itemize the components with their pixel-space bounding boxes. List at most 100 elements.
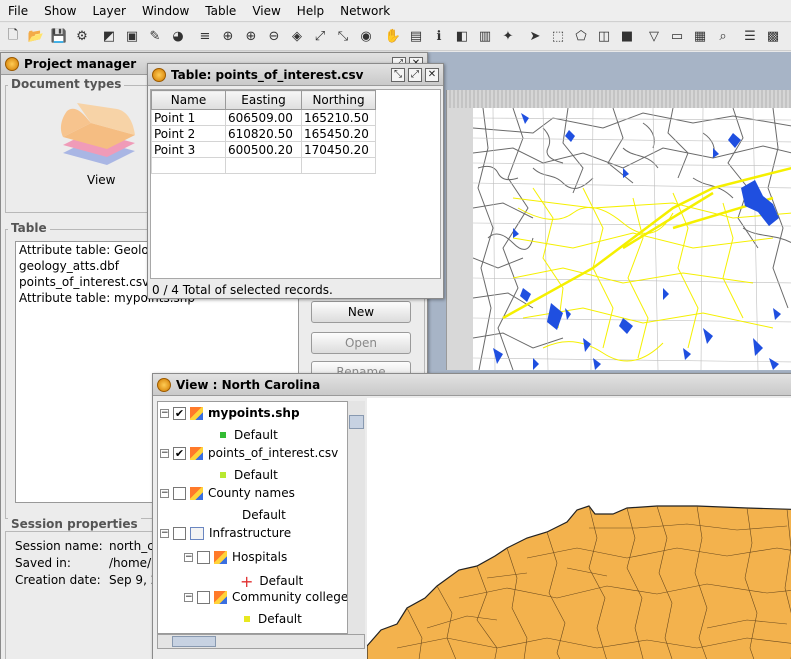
layer-name[interactable]: Infrastructure [209,526,291,540]
layer-visibility-checkbox[interactable]: ✔ [173,446,186,460]
menu-layer[interactable]: Layer [84,1,133,21]
zoom-out-icon[interactable]: ⊖ [263,26,285,48]
layer-name[interactable]: Community college [232,590,348,604]
collapse-icon[interactable]: − [160,408,169,418]
close-icon[interactable]: ✕ [425,67,439,82]
open-button[interactable]: Open [311,332,411,354]
collapse-icon[interactable]: − [184,552,193,562]
toc-vertical-scrollbar[interactable] [347,401,365,634]
view-window-titlebar[interactable]: View : North Carolina [153,374,791,396]
layer-row-community-colleges[interactable]: − Community college [184,588,348,606]
layer-row-hospitals[interactable]: − Hospitals [184,548,287,566]
layer-name[interactable]: Hospitals [232,550,287,564]
minimize-icon[interactable]: ⤡ [391,67,405,82]
layer-icon[interactable]: ◩ [98,26,120,48]
collapse-icon[interactable]: − [160,448,169,458]
info-icon[interactable]: ℹ [428,26,450,48]
new-button[interactable]: New [311,301,411,323]
table-cell[interactable]: 606509.00 [225,109,302,126]
table-row[interactable]: Point 3 600500.20 170450.20 [151,141,376,158]
column-header[interactable]: Easting [225,90,302,110]
eye-icon[interactable]: ◉ [355,26,377,48]
layer-visibility-checkbox[interactable] [173,486,186,500]
layer-name[interactable]: County names [208,486,295,500]
column-header[interactable]: Northing [301,90,376,110]
table-row[interactable]: Point 2 610820.50 165450.20 [151,125,376,142]
open-icon[interactable]: 📂 [25,26,47,48]
layer-row-infrastructure[interactable]: − Infrastructure [160,524,291,542]
maximize-icon[interactable]: ⤢ [408,67,422,82]
collapse-icon[interactable]: − [184,592,193,602]
layer-visibility-checkbox[interactable] [173,526,186,540]
save-icon[interactable]: 💾 [48,26,70,48]
properties-icon[interactable]: ☰ [739,26,761,48]
view-document-icon[interactable] [57,101,137,171]
filter-icon[interactable]: ▽ [643,26,665,48]
table-cell[interactable]: Point 2 [151,125,226,142]
table-cell[interactable] [225,157,302,174]
layer-visibility-checkbox[interactable]: ✔ [173,406,186,420]
select-rect-icon[interactable]: ⬚ [547,26,569,48]
color-icon[interactable]: ◕ [167,26,189,48]
lines-icon[interactable]: ≡ [194,26,216,48]
toc-horizontal-scrollbar[interactable] [157,634,365,649]
table-cell[interactable]: 165450.20 [301,125,376,142]
settings-icon[interactable]: ⚙ [71,26,93,48]
table-row[interactable]: Point 1 606509.00 165210.50 [151,109,376,126]
menu-show[interactable]: Show [36,1,84,21]
view-doc-label[interactable]: View [87,173,115,187]
star-icon[interactable]: ✦ [497,26,519,48]
layer-row-county-names[interactable]: − County names [160,484,295,502]
table-cell[interactable]: 600500.20 [225,141,302,158]
menu-view[interactable]: View [244,1,288,21]
map-canvas[interactable] [473,108,791,370]
select-icon[interactable]: ➤ [524,26,546,48]
column-header[interactable]: Name [151,90,226,110]
zoom-pan-icon[interactable]: ⤡ [332,26,354,48]
table-cell[interactable]: Point 3 [151,141,226,158]
layer-row-mypoints[interactable]: − ✔ mypoints.shp [160,404,300,422]
hand-icon[interactable]: ✋ [382,26,404,48]
view-map-canvas[interactable] [367,398,791,659]
layout-icon[interactable]: ▤ [405,26,427,48]
collapse-icon[interactable]: − [160,488,169,498]
select-poly-icon[interactable]: ⬠ [570,26,592,48]
table-of-contents[interactable]: − ✔ mypoints.shp Default − ✔ points_of_i… [157,401,365,634]
table-select-icon[interactable]: ▦ [689,26,711,48]
menu-table[interactable]: Table [197,1,244,21]
menu-help[interactable]: Help [289,1,332,21]
zoom-in-icon[interactable]: ⊕ [217,26,239,48]
layer-visibility-checkbox[interactable] [197,550,210,564]
table-window-titlebar[interactable]: Table: points_of_interest.csv ⤡ ⤢ ✕ [148,64,443,86]
clear-icon[interactable]: ■ [616,26,638,48]
table-row[interactable] [151,157,376,174]
menu-file[interactable]: File [0,1,36,21]
menu-network[interactable]: Network [332,1,398,21]
graph-icon[interactable]: ▥ [474,26,496,48]
table-cell[interactable]: 170450.20 [301,141,376,158]
scroll-thumb[interactable] [349,415,364,429]
zoom-in2-icon[interactable]: ⊕ [240,26,262,48]
table-cell[interactable]: 610820.50 [225,125,302,142]
query-icon[interactable]: ⌕ [712,26,734,48]
select-layer-icon[interactable]: ◫ [593,26,615,48]
layer-row-points-of-interest[interactable]: − ✔ points_of_interest.csv [160,444,338,462]
layer-name[interactable]: points_of_interest.csv [208,446,338,460]
layer-name[interactable]: mypoints.shp [208,406,300,420]
measure-icon[interactable]: ◧ [451,26,473,48]
table-cell[interactable] [301,157,376,174]
print-icon[interactable]: ▣ [121,26,143,48]
layers-icon[interactable]: ◈ [286,26,308,48]
new-icon[interactable]: 🗋 [2,26,24,48]
menu-window[interactable]: Window [134,1,197,21]
table-cell[interactable]: 165210.50 [301,109,376,126]
grid-icon[interactable]: ▩ [762,26,784,48]
layer-visibility-checkbox[interactable] [197,590,210,604]
scroll-thumb[interactable] [172,636,216,647]
full-extent-icon[interactable]: ⤢ [309,26,331,48]
edit-icon[interactable]: ✎ [144,26,166,48]
attribute-table[interactable]: Name Easting Northing Point 1 606509.00 … [150,89,441,279]
table-cell[interactable] [151,157,226,174]
collapse-icon[interactable]: − [160,528,169,538]
rect-select-icon[interactable]: ▭ [666,26,688,48]
